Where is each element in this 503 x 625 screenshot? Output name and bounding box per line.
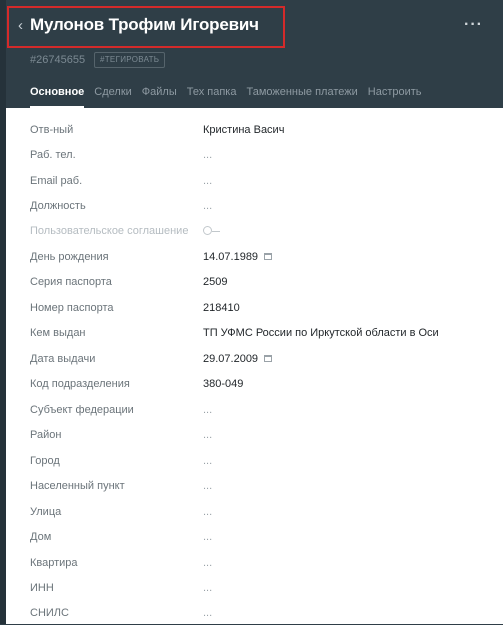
record-header: ‹ Мулонов Трофим Игоревич ··· #26745655 … xyxy=(6,0,503,108)
field-label: Раб. тел. xyxy=(30,149,76,161)
issue-date: 29.07.2009 xyxy=(203,353,259,365)
field-row-house: Дом ... xyxy=(6,524,503,549)
tab-tech-folder[interactable]: Тех папка xyxy=(187,84,237,108)
field-value-issue-date[interactable]: 29.07.2009 xyxy=(203,353,273,365)
field-label: Населенный пункт xyxy=(30,480,125,492)
field-row-issued-by: Кем выдан ТП УФМС России по Иркутской об… xyxy=(6,320,503,345)
field-value-work-email[interactable]: ... xyxy=(203,175,212,187)
tab-customs-payments[interactable]: Таможенные платежи xyxy=(246,84,357,108)
field-label: Субъект федерации xyxy=(30,404,134,416)
tab-files[interactable]: Файлы xyxy=(142,84,177,108)
field-row-district: Район ... xyxy=(6,422,503,447)
user-agreement-toggle[interactable] xyxy=(203,226,223,236)
field-label: Код подразделения xyxy=(30,378,130,390)
field-value-position[interactable]: ... xyxy=(203,200,212,212)
field-row-street: Улица ... xyxy=(6,499,503,524)
field-row-user-agreement: Пользовательское соглашение xyxy=(6,218,503,243)
field-value-apartment[interactable]: ... xyxy=(203,557,212,569)
field-label: Серия паспорта xyxy=(30,276,112,288)
field-value-passport-series[interactable]: 2509 xyxy=(203,276,227,288)
field-label: Дата выдачи xyxy=(30,353,96,365)
field-value-federal-subject[interactable]: ... xyxy=(203,404,212,416)
tab-main[interactable]: Основное xyxy=(30,84,85,108)
field-row-issue-date: Дата выдачи 29.07.2009 xyxy=(6,346,503,371)
field-row-passport-number: Номер паспорта 218410 xyxy=(6,295,503,320)
more-dots-icon[interactable]: ··· xyxy=(464,16,483,34)
field-label: СНИЛС xyxy=(30,607,69,619)
tab-settings[interactable]: Настроить xyxy=(368,84,422,108)
details-panel: Отв-ный Кристина Васич Раб. тел. ... Ema… xyxy=(6,108,503,624)
field-row-department-code: Код подразделения 380-049 xyxy=(6,371,503,396)
field-value-birthday[interactable]: 14.07.1989 xyxy=(203,251,273,263)
field-label: Квартира xyxy=(30,557,78,569)
calendar-icon[interactable] xyxy=(264,253,273,260)
field-label: Район xyxy=(30,429,62,441)
toggle-knob xyxy=(203,226,212,235)
field-value-street[interactable]: ... xyxy=(203,506,212,518)
field-label: Номер паспорта xyxy=(30,302,114,314)
field-value-issued-by[interactable]: ТП УФМС России по Иркутской области в Ос… xyxy=(203,327,439,339)
field-row-birthday: День рождения 14.07.1989 xyxy=(6,244,503,269)
field-value-district[interactable]: ... xyxy=(203,429,212,441)
field-row-responsible: Отв-ный Кристина Васич xyxy=(6,117,503,142)
field-label: Должность xyxy=(30,200,86,212)
tag-button[interactable]: #ТЕГИРОВАТЬ xyxy=(94,52,166,68)
tab-bar: Основное Сделки Файлы Тех папка Таможенн… xyxy=(30,84,432,108)
calendar-icon[interactable] xyxy=(264,355,273,362)
field-label: Email раб. xyxy=(30,175,83,187)
field-label: Пользовательское соглашение xyxy=(30,225,189,237)
field-label: Улица xyxy=(30,506,62,518)
toggle-track xyxy=(212,231,220,232)
field-row-city: Город ... xyxy=(6,448,503,473)
field-label: Город xyxy=(30,455,60,467)
field-row-snils: СНИЛС ... xyxy=(6,600,503,625)
field-value-locality[interactable]: ... xyxy=(203,480,212,492)
field-row-inn: ИНН ... xyxy=(6,575,503,600)
field-row-federal-subject: Субъект федерации ... xyxy=(6,397,503,422)
field-row-position: Должность ... xyxy=(6,193,503,218)
record-id: #26745655 xyxy=(30,54,86,66)
field-label: Дом xyxy=(30,531,52,543)
field-label: Отв-ный xyxy=(30,124,74,136)
field-row-work-email: Email раб. ... xyxy=(6,168,503,193)
field-value-city[interactable]: ... xyxy=(203,455,212,467)
field-value-passport-number[interactable]: 218410 xyxy=(203,302,240,314)
field-value-inn[interactable]: ... xyxy=(203,582,212,594)
field-row-passport-series: Серия паспорта 2509 xyxy=(6,269,503,294)
field-row-locality: Населенный пункт ... xyxy=(6,473,503,498)
field-value-house[interactable]: ... xyxy=(203,531,212,543)
field-value-department-code[interactable]: 380-049 xyxy=(203,378,243,390)
field-row-work-phone: Раб. тел. ... xyxy=(6,142,503,167)
field-label: День рождения xyxy=(30,251,109,263)
field-value-snils[interactable]: ... xyxy=(203,607,212,619)
field-value-responsible[interactable]: Кристина Васич xyxy=(203,124,284,136)
field-label: ИНН xyxy=(30,582,54,594)
field-label: Кем выдан xyxy=(30,327,86,339)
page-title: Мулонов Трофим Игоревич xyxy=(30,15,259,34)
chevron-left-icon[interactable]: ‹ xyxy=(18,18,30,34)
field-row-apartment: Квартира ... xyxy=(6,550,503,575)
tab-deals[interactable]: Сделки xyxy=(94,84,132,108)
field-value-work-phone[interactable]: ... xyxy=(203,149,212,161)
birthday-date: 14.07.1989 xyxy=(203,251,259,263)
